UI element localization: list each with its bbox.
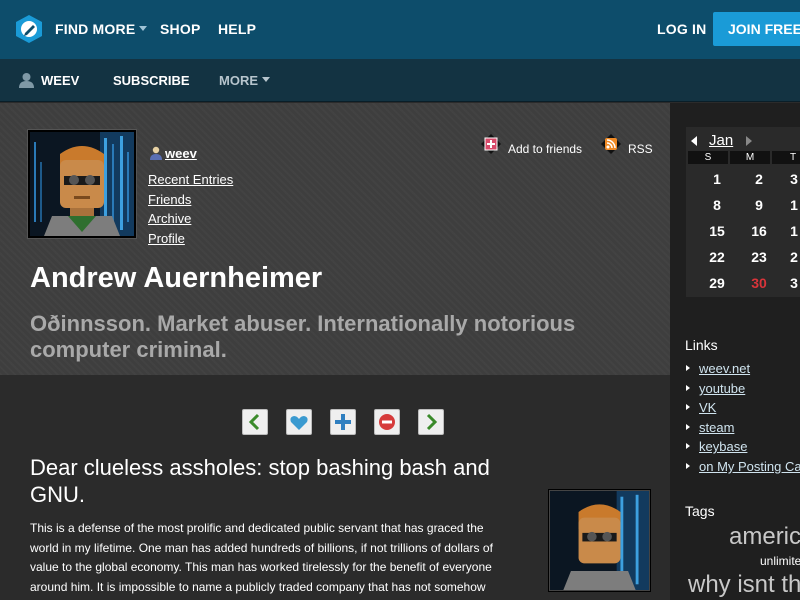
calendar-day[interactable]: 9	[739, 197, 779, 213]
calendar-day[interactable]: 1	[697, 171, 737, 187]
previous-entry-button[interactable]	[242, 409, 268, 435]
site-logo-icon[interactable]	[14, 14, 44, 44]
bullet-icon	[686, 365, 690, 371]
sidebar-link-vk[interactable]: VK	[699, 400, 716, 415]
calendar-month-link[interactable]: Jan	[709, 132, 733, 149]
find-more-label: FIND MORE	[55, 21, 136, 37]
sidebar-link-weev-net[interactable]: weev.net	[699, 361, 750, 376]
log-in-link[interactable]: LOG IN	[657, 21, 706, 37]
profile-link[interactable]: Profile	[148, 231, 185, 246]
entry-body: This is a defense of the most prolific a…	[30, 519, 540, 597]
track-entry-button[interactable]	[330, 409, 356, 435]
add-to-memories-button[interactable]	[286, 409, 312, 435]
add-to-friends-icon[interactable]	[481, 134, 501, 154]
calendar-day[interactable]: 1	[774, 223, 800, 239]
add-to-friends-link[interactable]: Add to friends	[508, 142, 582, 156]
userpic-pixel-art	[550, 491, 649, 590]
calendar-weekday: S	[688, 151, 728, 164]
tag-link[interactable]: americ	[729, 523, 800, 551]
shop-link[interactable]: SHOP	[160, 21, 200, 37]
bullet-icon	[686, 463, 690, 469]
more-label: MORE	[219, 73, 258, 88]
sidebar-link-steam[interactable]: steam	[699, 420, 734, 435]
plus-icon	[335, 414, 351, 430]
calendar-day[interactable]: 22	[697, 249, 737, 265]
rss-icon[interactable]	[601, 134, 621, 154]
chevron-down-icon	[262, 77, 270, 83]
links-heading: Links	[685, 337, 718, 353]
entry-body-line: This is a defense of the most prolific a…	[30, 521, 484, 535]
friends-link[interactable]: Friends	[148, 192, 191, 207]
chevron-down-icon	[139, 25, 148, 31]
avatar[interactable]	[28, 130, 136, 238]
join-free-button[interactable]: JOIN FREE	[713, 12, 800, 46]
sidebar-link-posting-calendar[interactable]: on My Posting Ca	[699, 459, 800, 474]
calendar-day[interactable]: 1	[774, 197, 800, 213]
calendar-day[interactable]: 8	[697, 197, 737, 213]
help-link[interactable]: HELP	[218, 21, 256, 37]
calendar-day[interactable]: 3	[774, 171, 800, 187]
find-more-menu[interactable]: FIND MORE	[55, 21, 148, 37]
sidebar-link-youtube[interactable]: youtube	[699, 381, 745, 396]
arrow-right-icon	[426, 413, 438, 431]
tag-link[interactable]: unlimite	[760, 554, 800, 568]
tag-link[interactable]: why isnt th	[688, 571, 800, 599]
entry-body-line: around him. It is impossible to name a p…	[30, 579, 486, 594]
bullet-icon	[686, 385, 690, 391]
calendar-weekday: M	[730, 151, 770, 164]
subscribe-link[interactable]: SUBSCRIBE	[113, 73, 190, 88]
journal-subtitle: Oðinnsson. Market abuser. Internationall…	[30, 311, 576, 362]
bullet-icon	[686, 424, 690, 430]
calendar-day[interactable]: 2	[774, 249, 800, 265]
more-menu[interactable]: MORE	[219, 73, 270, 88]
entry-body-line: value to the global economy. This man ha…	[30, 560, 492, 574]
entry-body-line: world in my lifetime. One man has added …	[30, 540, 493, 555]
bullet-icon	[686, 404, 690, 410]
bullet-icon	[686, 443, 690, 449]
recent-entries-link[interactable]: Recent Entries	[148, 172, 233, 187]
calendar-day-today[interactable]: 30	[739, 275, 779, 291]
calendar-day[interactable]: 3	[774, 275, 800, 291]
profile-username-link[interactable]: weev	[165, 146, 197, 161]
journal-navigation-bar: WEEV SUBSCRIBE MORE	[0, 59, 800, 102]
archive-link[interactable]: Archive	[148, 211, 191, 226]
minus-circle-icon	[379, 414, 395, 430]
heart-icon	[290, 416, 308, 430]
previous-month-icon[interactable]	[691, 136, 697, 146]
arrow-left-icon	[248, 413, 260, 431]
entry-title[interactable]: Dear clueless assholes: stop bashing bas…	[30, 454, 530, 508]
entry-userpic	[549, 490, 650, 591]
user-icon	[150, 146, 162, 160]
user-icon	[19, 73, 34, 88]
next-month-icon[interactable]	[746, 136, 752, 146]
sidebar-link-keybase[interactable]: keybase	[699, 439, 747, 454]
next-entry-button[interactable]	[418, 409, 444, 435]
calendar-weekday: T	[772, 151, 800, 164]
calendar-day[interactable]: 29	[697, 275, 737, 291]
avatar-pixel-art	[30, 132, 134, 236]
calendar-day[interactable]: 15	[697, 223, 737, 239]
journal-user-link[interactable]: WEEV	[41, 73, 79, 88]
calendar-day[interactable]: 16	[739, 223, 779, 239]
journal-title: Andrew Auernheimer	[30, 262, 323, 294]
calendar-day[interactable]: 23	[739, 249, 779, 265]
calendar-day[interactable]: 2	[739, 171, 779, 187]
flag-entry-button[interactable]	[374, 409, 400, 435]
tags-heading: Tags	[685, 503, 715, 519]
rss-link[interactable]: RSS	[628, 142, 653, 156]
top-navigation-bar: FIND MORE SHOP HELP LOG IN JOIN FREE	[0, 0, 800, 59]
